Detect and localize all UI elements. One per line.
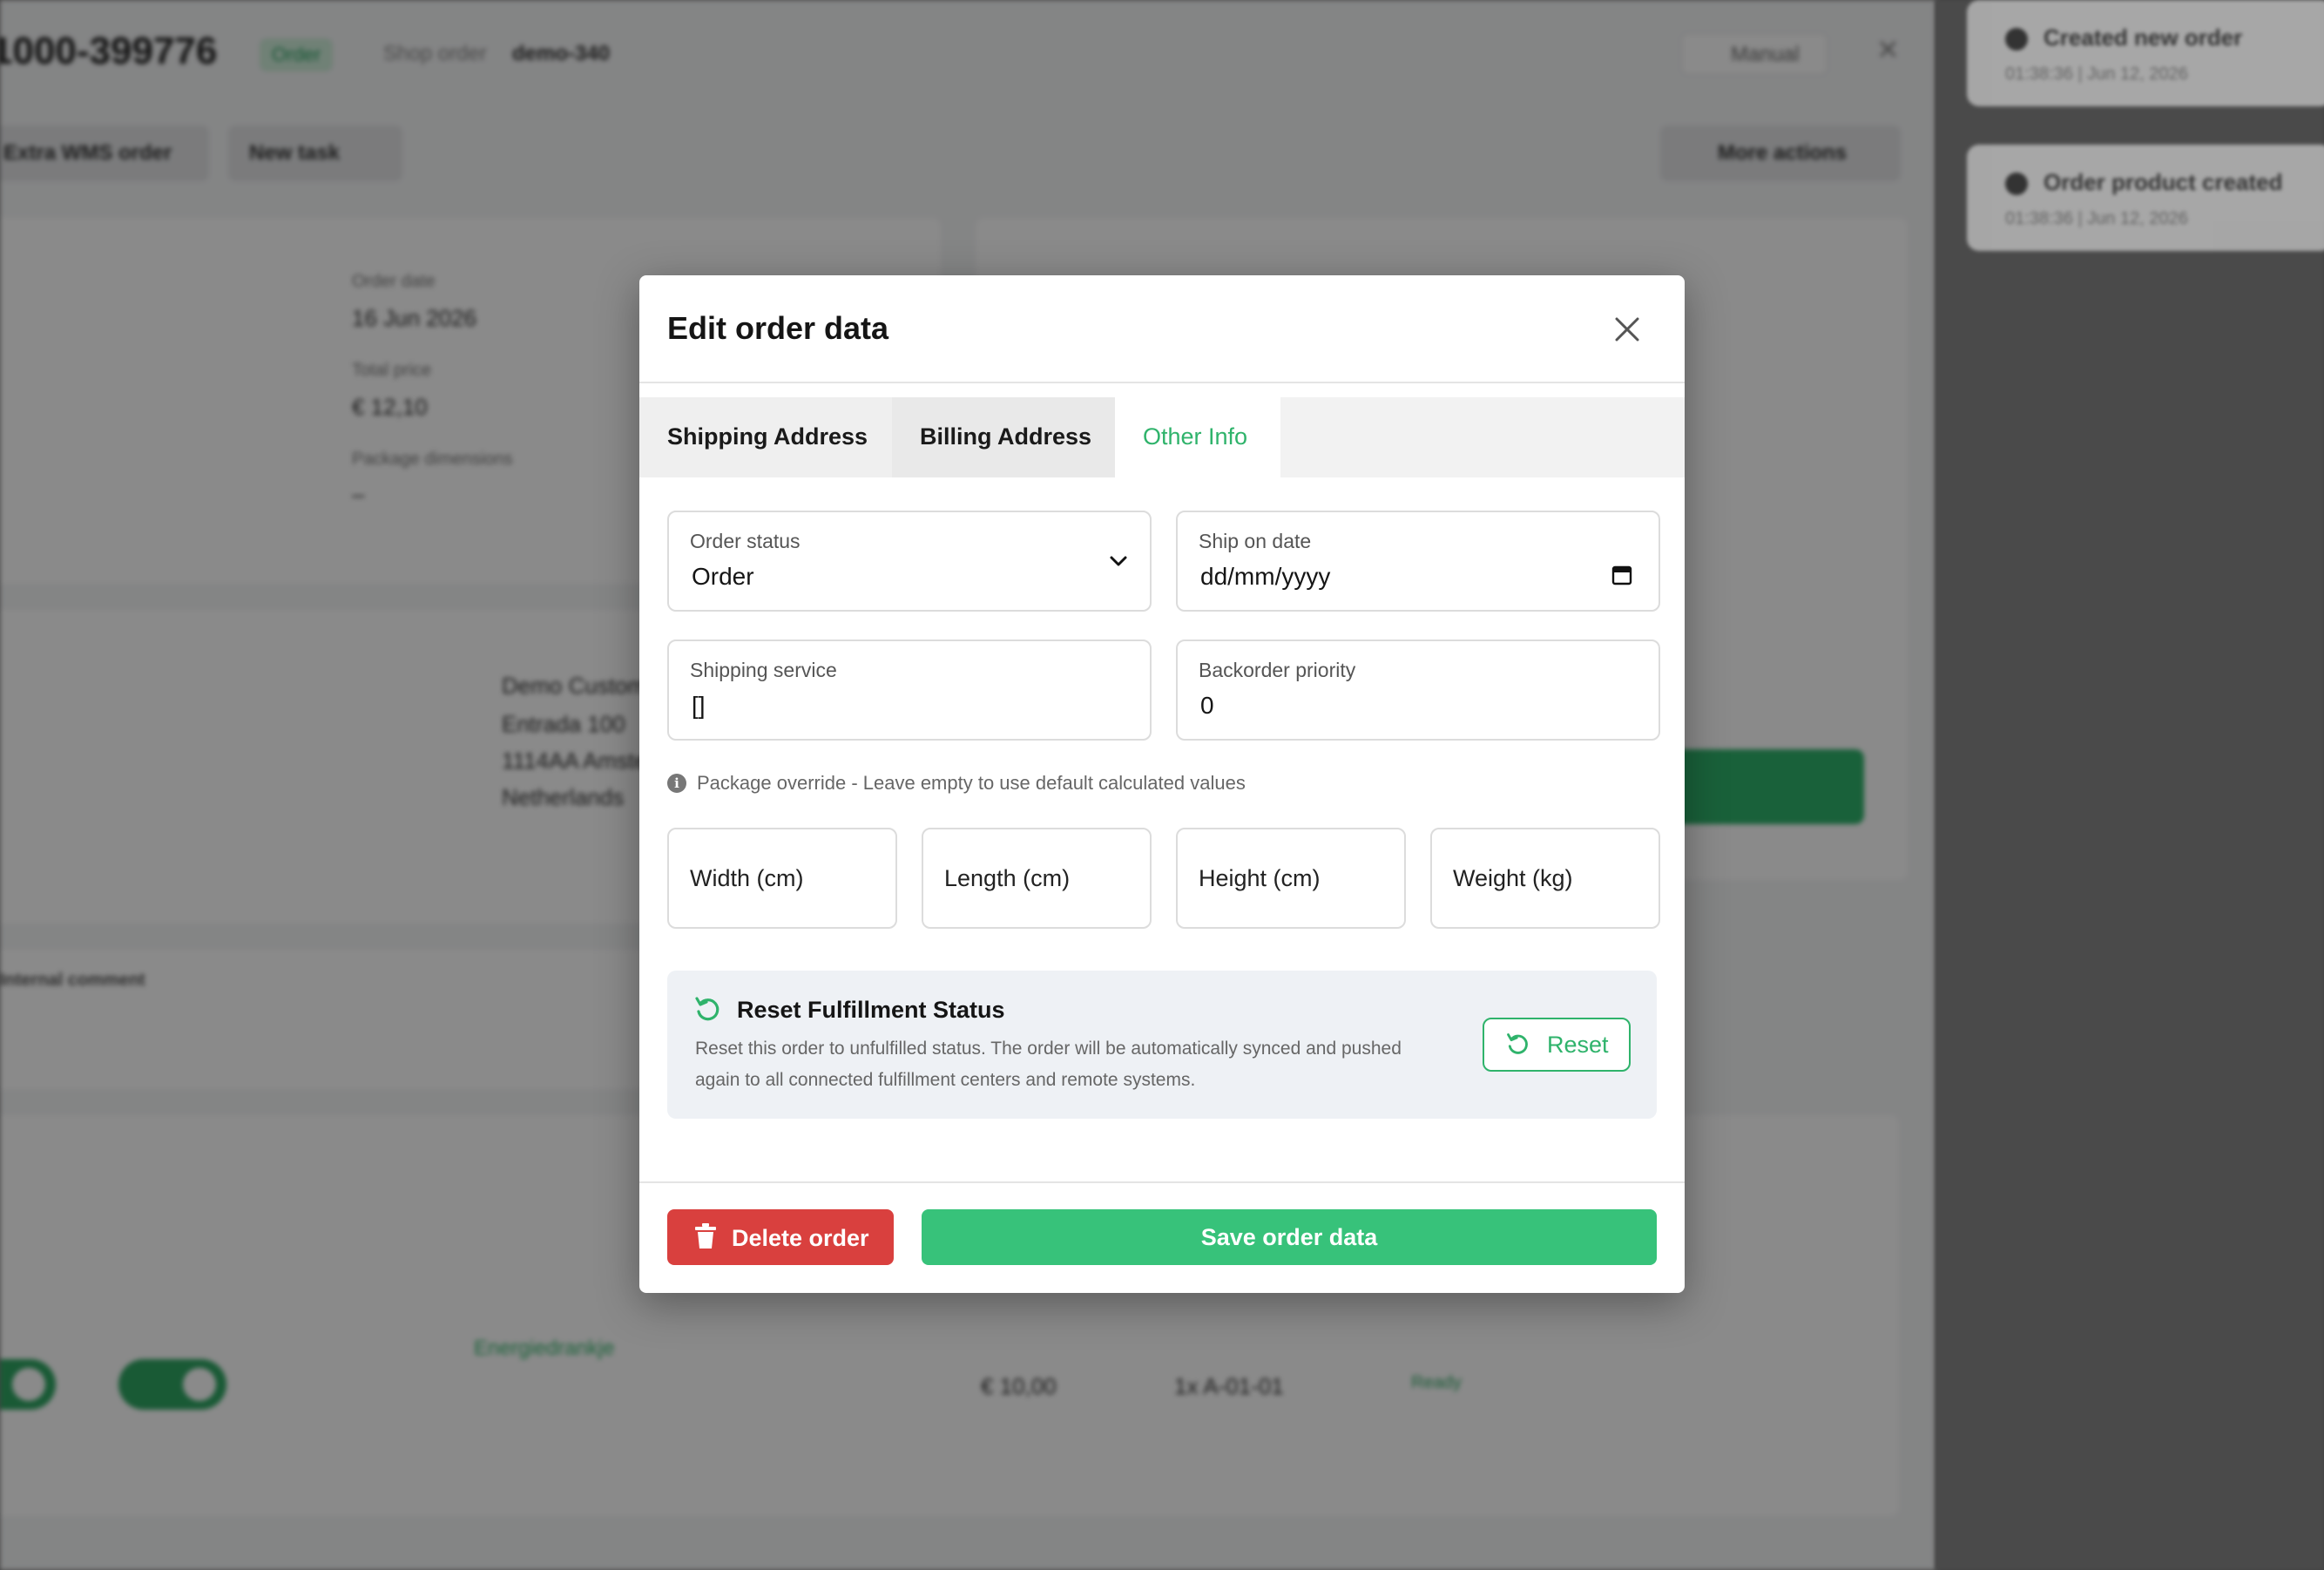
package-override-note: i Package override - Leave empty to use …: [667, 770, 1246, 796]
shipping-service-input[interactable]: Shipping service []: [667, 640, 1152, 741]
weight-placeholder: Weight (kg): [1453, 865, 1573, 891]
length-placeholder: Length (cm): [944, 865, 1071, 891]
reset-button-label: Reset: [1547, 1032, 1609, 1058]
backorder-priority-input[interactable]: Backorder priority 0: [1176, 640, 1660, 741]
backorder-priority-label: Backorder priority: [1199, 659, 1356, 681]
trash-icon: [695, 1223, 716, 1249]
notification-time: 01:38:36 | Jun 12, 2026: [2005, 64, 2188, 84]
order-status-select[interactable]: Order status Order: [667, 511, 1152, 612]
notification-item: Created new order 01:38:36 | Jun 12, 202…: [1967, 0, 2324, 106]
delete-order-label: Delete order: [732, 1225, 869, 1251]
tab-shipping-address[interactable]: Shipping Address: [639, 397, 892, 477]
notification-item: Order product created 01:38:36 | Jun 12,…: [1967, 145, 2324, 251]
reset-icon: [695, 997, 719, 1021]
reset-icon: [1507, 1033, 1528, 1054]
width-placeholder: Width (cm): [690, 865, 804, 891]
info-icon: i: [667, 774, 686, 793]
ship-on-date-label: Ship on date: [1199, 530, 1312, 552]
notification-dot-icon: [2005, 173, 2028, 195]
reset-button[interactable]: Reset: [1483, 1018, 1631, 1072]
tab-billing-address[interactable]: Billing Address: [892, 397, 1127, 477]
modal-header: Edit order data: [639, 275, 1685, 383]
reset-description: Reset this order to unfulfilled status. …: [695, 1039, 1402, 1090]
package-override-text: Package override - Leave empty to use de…: [697, 772, 1246, 794]
weight-input[interactable]: Weight (kg): [1430, 828, 1660, 929]
ship-on-date-input[interactable]: Ship on date dd/mm/yyyy: [1176, 511, 1660, 612]
notification-title: Order product created: [2044, 169, 2283, 195]
notification-title: Created new order: [2044, 24, 2243, 51]
calendar-icon[interactable]: [1611, 565, 1632, 585]
height-placeholder: Height (cm): [1199, 865, 1321, 891]
modal-title: Edit order data: [667, 310, 889, 346]
backorder-priority-value: 0: [1200, 692, 1214, 719]
modal-footer: Delete order Save order data: [639, 1181, 1685, 1293]
notification-time: 01:38:36 | Jun 12, 2026: [2005, 209, 2188, 228]
chevron-down-icon: [1110, 556, 1127, 566]
close-icon[interactable]: [1610, 312, 1645, 347]
order-status-label: Order status: [690, 530, 801, 552]
length-input[interactable]: Length (cm): [922, 828, 1152, 929]
width-input[interactable]: Width (cm): [667, 828, 897, 929]
notification-dot-icon: [2005, 28, 2028, 51]
delete-order-button[interactable]: Delete order: [667, 1209, 894, 1265]
tab-other-info[interactable]: Other Info: [1115, 397, 1280, 477]
modal-tabs: Shipping Address Billing Address Other I…: [639, 397, 1685, 477]
order-status-value: Order: [692, 563, 754, 590]
ship-on-date-value: dd/mm/yyyy: [1200, 563, 1331, 590]
height-input[interactable]: Height (cm): [1176, 828, 1406, 929]
notifications-panel: Created new order 01:38:36 | Jun 12, 202…: [1936, 0, 2324, 1570]
shipping-service-value: []: [692, 692, 706, 719]
reset-fulfillment-panel: Reset Fulfillment Status Reset this orde…: [667, 971, 1657, 1119]
reset-title: Reset Fulfillment Status: [737, 997, 1005, 1023]
shipping-service-label: Shipping service: [690, 659, 837, 681]
save-order-button[interactable]: Save order data: [922, 1209, 1657, 1265]
edit-order-modal: Edit order data Shipping Address Billing…: [639, 275, 1685, 1293]
